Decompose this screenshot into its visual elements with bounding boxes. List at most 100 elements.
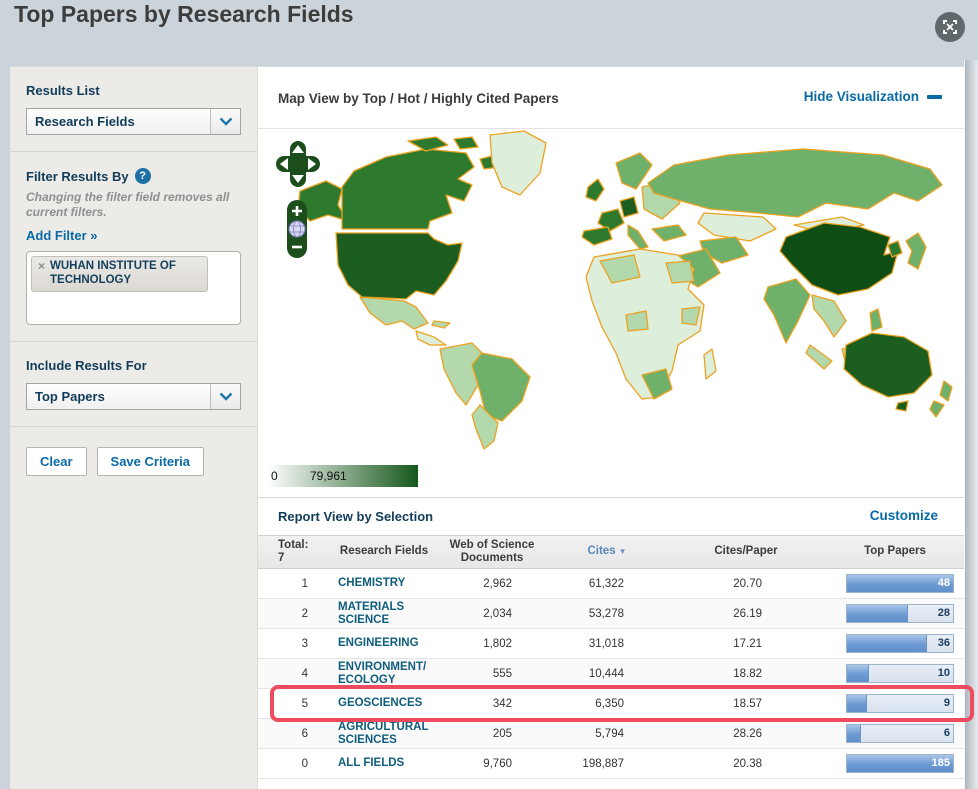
- include-results-heading: Include Results For: [26, 358, 147, 373]
- top-papers-value: 9: [943, 697, 950, 709]
- cites-cell: 5,794: [595, 727, 624, 740]
- top-papers-bar: 10: [846, 664, 954, 683]
- remove-filter-icon[interactable]: ×: [38, 260, 45, 273]
- wos-documents-cell: 2,034: [483, 607, 512, 620]
- research-field-link[interactable]: AGRICULTURAL SCIENCES: [332, 721, 430, 746]
- top-papers-cell: 48: [826, 574, 964, 593]
- map-pan-control[interactable]: [276, 141, 320, 192]
- research-field-link[interactable]: MATERIALS SCIENCE: [332, 601, 430, 626]
- content-panel: Results List Research Fields Filter Resu…: [10, 66, 974, 789]
- wos-documents-cell: 205: [492, 727, 512, 740]
- column-header-research-fields: Research Fields: [339, 545, 429, 558]
- table-row: 1 CHEMISTRY 2,962 61,322 20.70 48: [258, 569, 964, 599]
- top-papers-bar-fill: [847, 605, 909, 622]
- filter-section: Filter Results By ? Changing the filter …: [10, 152, 257, 342]
- research-field-link[interactable]: CHEMISTRY: [332, 577, 430, 590]
- results-list-section: Results List Research Fields: [10, 67, 257, 152]
- legend-max-value: 79,961: [310, 469, 347, 483]
- cites-cell: 61,322: [588, 577, 624, 590]
- clear-button[interactable]: Clear: [26, 447, 87, 476]
- map-view-title: Map View by Top / Hot / Highly Cited Pap…: [278, 91, 559, 106]
- top-papers-cell: 185: [826, 754, 964, 773]
- top-papers-cell: 10: [826, 664, 964, 683]
- map-container: [258, 129, 964, 459]
- top-papers-bar: 185: [846, 754, 954, 773]
- rank-cell: 0: [301, 757, 308, 770]
- world-map[interactable]: [258, 129, 964, 459]
- vertical-scrollbar[interactable]: [964, 60, 978, 789]
- wos-documents-cell: 2,962: [483, 577, 512, 590]
- rank-cell: 3: [301, 637, 308, 650]
- top-papers-bar-fill: [847, 725, 861, 742]
- total-count-header: Total: 7: [278, 538, 309, 564]
- collapse-icon: [927, 94, 942, 99]
- sort-desc-icon: ▼: [618, 547, 627, 557]
- results-list-heading: Results List: [26, 83, 100, 98]
- research-field-link[interactable]: ENVIRONMENT/ECOLOGY: [332, 661, 430, 686]
- globe-icon: [288, 220, 306, 238]
- results-list-selected-value: Research Fields: [35, 114, 135, 129]
- table-row: 0 ALL FIELDS 9,760 198,887 20.38 185: [258, 749, 964, 779]
- column-header-cites[interactable]: Cites ▼: [548, 545, 666, 558]
- map-zoom-control[interactable]: [286, 199, 308, 264]
- column-header-wos-documents: Web of Science Documents: [449, 538, 535, 564]
- report-view-header: Report View by Selection Customize: [258, 497, 964, 535]
- help-icon[interactable]: ?: [134, 168, 151, 184]
- wos-documents-cell: 9,760: [483, 757, 512, 770]
- results-list-dropdown[interactable]: Research Fields: [26, 108, 241, 135]
- customize-link[interactable]: Customize: [870, 508, 938, 523]
- research-field-link[interactable]: ENGINEERING: [332, 637, 430, 650]
- cites-per-paper-cell: 28.26: [733, 727, 762, 740]
- cites-per-paper-cell: 18.82: [733, 667, 762, 680]
- research-field-link[interactable]: ALL FIELDS: [332, 757, 430, 770]
- wos-documents-cell: 555: [492, 667, 512, 680]
- rank-cell: 5: [301, 697, 308, 710]
- filter-heading: Filter Results By: [26, 168, 129, 184]
- research-field-link[interactable]: GEOSCIENCES: [332, 697, 430, 710]
- filter-box: × WUHAN INSTITUTE OF TECHNOLOGY: [26, 251, 241, 325]
- legend-gradient-bar: 0 79,961: [268, 465, 418, 487]
- cites-per-paper-cell: 17.21: [733, 637, 762, 650]
- rank-cell: 4: [301, 667, 308, 680]
- top-papers-bar: 36: [846, 634, 954, 653]
- top-papers-value: 48: [937, 577, 950, 589]
- filter-chip-label: WUHAN INSTITUTE OF TECHNOLOGY: [50, 260, 176, 286]
- table-row: 5 GEOSCIENCES 342 6,350 18.57 9: [258, 685, 974, 722]
- filter-chip[interactable]: × WUHAN INSTITUTE OF TECHNOLOGY: [31, 256, 209, 293]
- hide-visualization-link[interactable]: Hide Visualization: [804, 89, 942, 104]
- wos-documents-cell: 1,802: [483, 637, 512, 650]
- fullscreen-icon: [935, 12, 965, 42]
- cites-cell: 10,444: [588, 667, 624, 680]
- rank-cell: 6: [301, 727, 308, 740]
- top-papers-bar: 6: [846, 724, 954, 743]
- map-view-header: Map View by Top / Hot / Highly Cited Pap…: [258, 67, 964, 129]
- table-header-row: Total: 7 Research Fields Web of Science …: [258, 535, 964, 569]
- fullscreen-button[interactable]: [933, 10, 967, 44]
- cites-cell: 6,350: [595, 697, 624, 710]
- table-row: 6 AGRICULTURAL SCIENCES 205 5,794 28.26 6: [258, 719, 964, 749]
- filter-note: Changing the filter field removes all cu…: [26, 190, 230, 219]
- cites-per-paper-cell: 26.19: [733, 607, 762, 620]
- include-results-dropdown[interactable]: Top Papers: [26, 383, 241, 410]
- cites-per-paper-cell: 20.70: [733, 577, 762, 590]
- include-results-section: Include Results For Top Papers: [10, 342, 257, 427]
- cites-cell: 198,887: [582, 757, 624, 770]
- rank-cell: 2: [301, 607, 308, 620]
- table-row: 4 ENVIRONMENT/ECOLOGY 555 10,444 18.82 10: [258, 659, 964, 689]
- top-papers-value: 185: [931, 757, 950, 769]
- hide-visualization-label: Hide Visualization: [803, 89, 919, 104]
- save-criteria-button[interactable]: Save Criteria: [96, 447, 205, 476]
- cites-per-paper-cell: 18.57: [733, 697, 762, 710]
- main-area: Map View by Top / Hot / Highly Cited Pap…: [258, 67, 974, 789]
- table-row: 3 ENGINEERING 1,802 31,018 17.21 36: [258, 629, 964, 659]
- add-filter-link[interactable]: Add Filter »: [26, 228, 241, 243]
- report-view-title: Report View by Selection: [278, 509, 434, 524]
- top-papers-bar: 9: [846, 694, 954, 713]
- top-papers-cell: 36: [826, 634, 964, 653]
- chevron-down-icon: [210, 384, 240, 409]
- include-results-selected-value: Top Papers: [35, 389, 105, 404]
- column-header-top-papers: Top Papers: [864, 545, 926, 558]
- top-papers-value: 36: [937, 637, 950, 649]
- top-papers-value: 28: [937, 607, 950, 619]
- sidebar: Results List Research Fields Filter Resu…: [10, 67, 258, 789]
